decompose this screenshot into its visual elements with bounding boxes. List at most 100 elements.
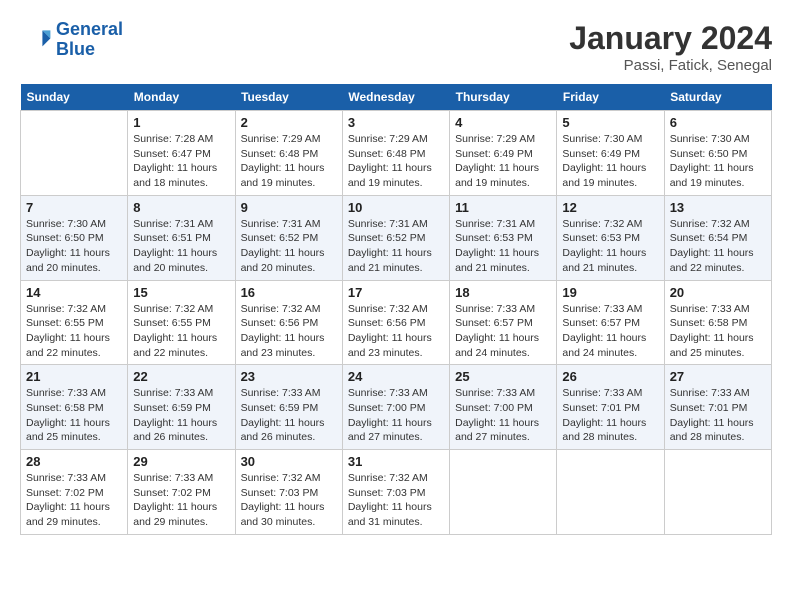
day-number: 29 [133,454,229,469]
calendar-day [557,450,664,535]
day-info: Sunrise: 7:33 AMSunset: 7:01 PMDaylight:… [562,386,658,445]
day-number: 28 [26,454,122,469]
day-info: Sunrise: 7:29 AMSunset: 6:48 PMDaylight:… [348,132,444,191]
calendar-body: 1 Sunrise: 7:28 AMSunset: 6:47 PMDaylight… [21,111,772,535]
calendar-day: 18Sunrise: 7:33 AMSunset: 6:57 PMDayligh… [450,280,557,365]
day-number: 8 [133,200,229,215]
day-number: 23 [241,369,337,384]
calendar-week-1: 1 Sunrise: 7:28 AMSunset: 6:47 PMDaylight… [21,111,772,196]
calendar-day: 14 Sunrise: 7:32 AMSunset: 6:55 PMDayligh… [21,280,128,365]
day-number: 30 [241,454,337,469]
calendar-week-2: 7 Sunrise: 7:30 AMSunset: 6:50 PMDaylight… [21,195,772,280]
page-header: General Blue January 2024 Passi, Fatick,… [20,20,772,74]
calendar-day [450,450,557,535]
day-info: Sunrise: 7:33 AMSunset: 7:00 PMDaylight:… [455,386,551,445]
day-info: Sunrise: 7:33 AMSunset: 7:01 PMDaylight:… [670,386,766,445]
calendar-day: 28Sunrise: 7:33 AMSunset: 7:02 PMDayligh… [21,450,128,535]
day-info: Sunrise: 7:30 AMSunset: 6:50 PMDaylight:… [26,217,122,276]
calendar-day: 19Sunrise: 7:33 AMSunset: 6:57 PMDayligh… [557,280,664,365]
day-info: Sunrise: 7:33 AMSunset: 6:59 PMDaylight:… [241,386,337,445]
day-info: Sunrise: 7:32 AMSunset: 6:56 PMDaylight:… [348,302,444,361]
day-number: 10 [348,200,444,215]
calendar-week-3: 14 Sunrise: 7:32 AMSunset: 6:55 PMDayligh… [21,280,772,365]
day-info: Sunrise: 7:29 AMSunset: 6:49 PMDaylight:… [455,132,551,191]
calendar-title: January 2024 [569,20,772,57]
day-number: 2 [241,115,337,130]
calendar-day: 23 Sunrise: 7:33 AMSunset: 6:59 PMDayligh… [235,365,342,450]
day-number: 22 [133,369,229,384]
calendar-day: 1 Sunrise: 7:28 AMSunset: 6:47 PMDaylight… [128,111,235,196]
day-info: Sunrise: 7:33 AMSunset: 7:02 PMDaylight:… [133,471,229,530]
weekday-header-thursday: Thursday [450,84,557,111]
calendar-day [664,450,771,535]
title-block: January 2024 Passi, Fatick, Senegal [569,20,772,74]
day-number: 25 [455,369,551,384]
day-number: 6 [670,115,766,130]
day-info: Sunrise: 7:32 AMSunset: 7:03 PMDaylight:… [348,471,444,530]
calendar-day: 22 Sunrise: 7:33 AMSunset: 6:59 PMDayligh… [128,365,235,450]
day-number: 19 [562,285,658,300]
calendar-day: 29 Sunrise: 7:33 AMSunset: 7:02 PMDayligh… [128,450,235,535]
day-info: Sunrise: 7:33 AMSunset: 7:00 PMDaylight:… [348,386,444,445]
weekday-header-friday: Friday [557,84,664,111]
day-info: Sunrise: 7:29 AMSunset: 6:48 PMDaylight:… [241,132,337,191]
day-number: 7 [26,200,122,215]
calendar-day: 30Sunrise: 7:32 AMSunset: 7:03 PMDayligh… [235,450,342,535]
day-info: Sunrise: 7:32 AMSunset: 6:56 PMDaylight:… [241,302,337,361]
day-info: Sunrise: 7:31 AMSunset: 6:52 PMDaylight:… [241,217,337,276]
weekday-header-row: SundayMondayTuesdayWednesdayThursdayFrid… [21,84,772,111]
day-number: 13 [670,200,766,215]
calendar-day: 20 Sunrise: 7:33 AMSunset: 6:58 PMDayligh… [664,280,771,365]
calendar-day: 31 Sunrise: 7:32 AMSunset: 7:03 PMDayligh… [342,450,449,535]
calendar-day: 26 Sunrise: 7:33 AMSunset: 7:01 PMDayligh… [557,365,664,450]
calendar-day: 13Sunrise: 7:32 AMSunset: 6:54 PMDayligh… [664,195,771,280]
calendar-table: SundayMondayTuesdayWednesdayThursdayFrid… [20,84,772,535]
day-info: Sunrise: 7:33 AMSunset: 6:58 PMDaylight:… [670,302,766,361]
day-number: 27 [670,369,766,384]
calendar-day: 2 Sunrise: 7:29 AMSunset: 6:48 PMDaylight… [235,111,342,196]
calendar-day: 24Sunrise: 7:33 AMSunset: 7:00 PMDayligh… [342,365,449,450]
logo-icon [20,24,52,56]
day-number: 15 [133,285,229,300]
day-number: 11 [455,200,551,215]
day-info: Sunrise: 7:32 AMSunset: 6:55 PMDaylight:… [26,302,122,361]
day-number: 16 [241,285,337,300]
calendar-week-4: 21Sunrise: 7:33 AMSunset: 6:58 PMDayligh… [21,365,772,450]
day-info: Sunrise: 7:28 AMSunset: 6:47 PMDaylight:… [133,132,229,191]
day-info: Sunrise: 7:30 AMSunset: 6:50 PMDaylight:… [670,132,766,191]
day-number: 1 [133,115,229,130]
calendar-day: 7 Sunrise: 7:30 AMSunset: 6:50 PMDaylight… [21,195,128,280]
day-number: 26 [562,369,658,384]
day-number: 20 [670,285,766,300]
day-info: Sunrise: 7:31 AMSunset: 6:52 PMDaylight:… [348,217,444,276]
day-info: Sunrise: 7:32 AMSunset: 6:55 PMDaylight:… [133,302,229,361]
calendar-day: 5Sunrise: 7:30 AMSunset: 6:49 PMDaylight… [557,111,664,196]
calendar-day: 21Sunrise: 7:33 AMSunset: 6:58 PMDayligh… [21,365,128,450]
logo-line2: Blue [56,39,95,59]
calendar-day: 25 Sunrise: 7:33 AMSunset: 7:00 PMDayligh… [450,365,557,450]
calendar-day: 9 Sunrise: 7:31 AMSunset: 6:52 PMDaylight… [235,195,342,280]
calendar-day: 16 Sunrise: 7:32 AMSunset: 6:56 PMDayligh… [235,280,342,365]
calendar-day: 8Sunrise: 7:31 AMSunset: 6:51 PMDaylight… [128,195,235,280]
day-number: 31 [348,454,444,469]
logo-line1: General [56,19,123,39]
calendar-day [21,111,128,196]
day-number: 3 [348,115,444,130]
day-number: 9 [241,200,337,215]
day-info: Sunrise: 7:33 AMSunset: 6:58 PMDaylight:… [26,386,122,445]
calendar-day: 6 Sunrise: 7:30 AMSunset: 6:50 PMDaylight… [664,111,771,196]
day-info: Sunrise: 7:32 AMSunset: 6:53 PMDaylight:… [562,217,658,276]
day-info: Sunrise: 7:33 AMSunset: 6:57 PMDaylight:… [455,302,551,361]
calendar-day: 3 Sunrise: 7:29 AMSunset: 6:48 PMDaylight… [342,111,449,196]
day-info: Sunrise: 7:33 AMSunset: 6:59 PMDaylight:… [133,386,229,445]
weekday-header-sunday: Sunday [21,84,128,111]
weekday-header-tuesday: Tuesday [235,84,342,111]
weekday-header-wednesday: Wednesday [342,84,449,111]
logo-text: General Blue [56,20,123,60]
calendar-day: 10 Sunrise: 7:31 AMSunset: 6:52 PMDayligh… [342,195,449,280]
calendar-day: 27 Sunrise: 7:33 AMSunset: 7:01 PMDayligh… [664,365,771,450]
day-number: 14 [26,285,122,300]
calendar-location: Passi, Fatick, Senegal [569,57,772,74]
calendar-week-5: 28 Sunrise: 7:33 AMSunset: 7:02 PMDayligh… [21,450,772,535]
calendar-header: SundayMondayTuesdayWednesdayThursdayFrid… [21,84,772,111]
